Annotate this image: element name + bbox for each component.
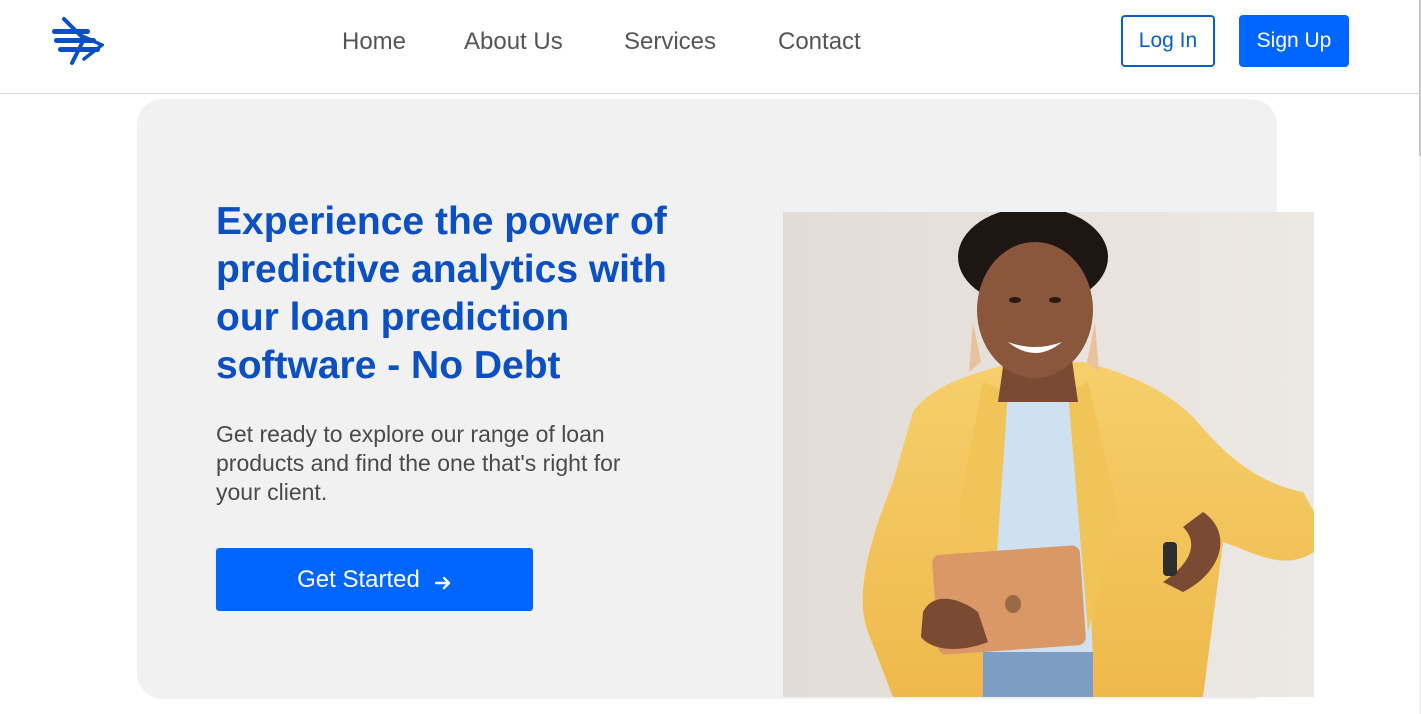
hero-description: Get ready to explore our range of loan p… bbox=[216, 421, 621, 505]
site-header: Home About Us Services Contact Log In Si… bbox=[0, 0, 1419, 94]
signup-button[interactable]: Sign Up bbox=[1239, 15, 1349, 67]
hero-title: Experience the power of predictive analy… bbox=[216, 200, 667, 387]
arrow-right-icon bbox=[434, 571, 452, 589]
nav-contact[interactable]: Contact bbox=[778, 27, 861, 57]
get-started-label: Get Started bbox=[297, 565, 420, 593]
nav-home[interactable]: Home bbox=[342, 27, 406, 57]
get-started-button[interactable]: Get Started bbox=[216, 548, 533, 611]
logo-icon[interactable] bbox=[50, 15, 106, 67]
nav-about-us[interactable]: About Us bbox=[464, 27, 563, 57]
login-button[interactable]: Log In bbox=[1121, 15, 1215, 67]
hero-photo bbox=[783, 212, 1314, 697]
nav-services[interactable]: Services bbox=[624, 27, 716, 57]
